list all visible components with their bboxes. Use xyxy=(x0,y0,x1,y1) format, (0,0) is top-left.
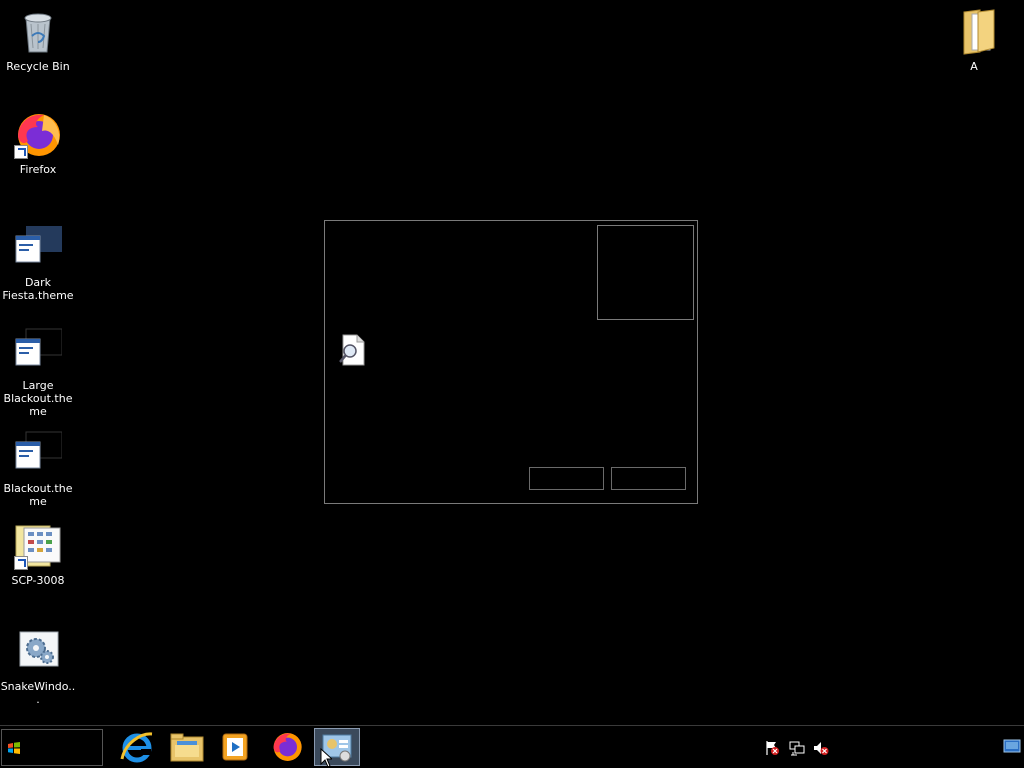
theme-file-icon xyxy=(14,327,63,375)
theme-file-icon xyxy=(14,430,63,478)
desktop-icon-recycle-bin[interactable]: Recycle Bin xyxy=(0,8,76,73)
screensaver-dialog[interactable] xyxy=(324,220,698,504)
desktop-icon-blackout-theme[interactable]: Blackout.theme xyxy=(0,430,76,508)
desktop-icon-label: A xyxy=(970,60,978,73)
taskbar-app-internet-explorer[interactable] xyxy=(114,728,160,766)
desktop-icon-dark-fiesta-theme[interactable]: Dark Fiesta.theme xyxy=(0,224,76,302)
cancel-button[interactable] xyxy=(611,467,686,490)
network-icon[interactable] xyxy=(789,740,805,756)
desktop-icon-large-blackout-theme[interactable]: Large Blackout.theme xyxy=(0,327,76,418)
control-panel-shortcut-icon xyxy=(14,522,62,570)
desktop-icon-folder-a[interactable]: A xyxy=(936,8,1012,73)
desktop-icon-label: Dark Fiesta.theme xyxy=(2,276,74,302)
desktop-icon-label: Firefox xyxy=(19,163,57,176)
theme-file-icon xyxy=(14,224,62,272)
action-center-flag-icon[interactable] xyxy=(764,740,780,756)
taskbar-app-file-explorer[interactable] xyxy=(164,728,210,766)
desktop-icon-scp-3008[interactable]: SCP-3008 xyxy=(0,522,76,587)
taskbar xyxy=(0,725,1024,768)
desktop-icon-label: SCP-3008 xyxy=(11,574,65,587)
shortcut-arrow-icon xyxy=(14,145,28,159)
recycle-bin-icon xyxy=(14,8,62,56)
desktop-icon-snakewindow[interactable]: SnakeWindo... xyxy=(0,628,76,706)
desktop-icon-firefox[interactable]: Firefox xyxy=(0,111,76,176)
internet-explorer-icon xyxy=(120,732,153,763)
desktop[interactable]: Recycle Bin Firefox Dark Fiesta.theme La… xyxy=(0,0,1024,725)
media-player-icon xyxy=(222,733,248,761)
file-explorer-icon xyxy=(170,733,204,762)
desktop-icon-label: Recycle Bin xyxy=(6,60,70,73)
folder-icon xyxy=(950,8,998,56)
shortcut-arrow-icon xyxy=(14,556,28,570)
firefox-icon xyxy=(273,733,302,761)
file-search-icon xyxy=(339,334,365,366)
preview-box xyxy=(597,225,694,320)
firefox-icon xyxy=(14,111,62,159)
volume-muted-icon[interactable] xyxy=(813,740,829,756)
desktop-icon-label: Large Blackout.theme xyxy=(3,379,73,418)
mouse-cursor-icon xyxy=(320,748,332,768)
ok-button[interactable] xyxy=(529,467,604,490)
start-button[interactable] xyxy=(1,729,103,766)
windows-logo-icon xyxy=(8,742,20,754)
show-desktop-icon[interactable] xyxy=(1003,739,1021,753)
settings-gear-icon xyxy=(14,628,62,676)
desktop-icon-label: Blackout.theme xyxy=(3,482,73,508)
taskbar-app-media-player[interactable] xyxy=(212,728,258,766)
taskbar-app-firefox[interactable] xyxy=(264,728,310,766)
desktop-icon-label: SnakeWindo... xyxy=(0,680,76,706)
